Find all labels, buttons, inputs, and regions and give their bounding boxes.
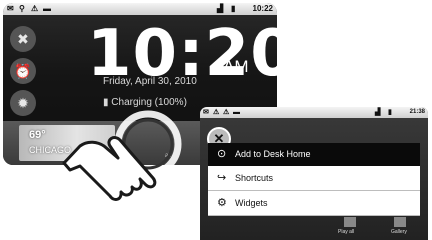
widget-icon: ⚙ <box>217 197 227 209</box>
date-text: Friday, April 30, 2010 <box>103 76 197 87</box>
weather-temp: 69° <box>29 129 46 141</box>
battery-icon: ▮ <box>388 109 392 116</box>
signal-icon: ▟ <box>217 4 224 13</box>
menu-item-shortcuts[interactable]: ↪ Shortcuts <box>208 166 420 191</box>
menu-title: Add to Desk Home <box>235 149 311 159</box>
charging-status: ▮ Charging (100%) <box>103 97 187 108</box>
menu-header: ⊙ Add to Desk Home <box>208 143 420 166</box>
brightness-button[interactable]: ✹ <box>10 90 36 116</box>
close-icon: ✖ <box>17 31 29 47</box>
gallery-icon[interactable] <box>394 217 406 227</box>
alarm-button[interactable]: ⏰ <box>10 58 36 84</box>
status-time: 21:38 <box>409 109 425 115</box>
status-bar: ✉ ⚠ ⚠ ▬ ▟ ▮ 21:38 <box>200 107 428 118</box>
tap-hand-icon <box>62 110 182 201</box>
mail-icon: ✉ <box>203 109 209 116</box>
warning-icon: ⚠ <box>223 109 230 116</box>
alert-icon: ⚠ <box>213 109 220 116</box>
warning-icon: ⚠ <box>31 4 39 13</box>
mail-icon: ✉ <box>7 4 14 13</box>
battery-icon: ▮ <box>103 97 109 108</box>
add-to-home-screen: ✉ ⚠ ⚠ ▬ ▟ ▮ 21:38 ✕ ⊙ Add to Desk Home ↪… <box>200 107 428 240</box>
play-all-label: Play all <box>338 229 355 235</box>
clock-ampm: AM <box>223 57 249 76</box>
status-time: 10:22 <box>252 4 273 13</box>
brightness-icon: ✹ <box>17 95 29 111</box>
shortcut-icon: ↪ <box>217 172 227 184</box>
close-button[interactable]: ✖ <box>10 26 36 52</box>
keyboard-icon: ▬ <box>233 109 240 116</box>
alarm-icon: ⏰ <box>14 63 32 79</box>
signal-icon: ▟ <box>375 109 381 116</box>
add-icon: ⊙ <box>217 148 227 160</box>
add-to-home-menu: ⊙ Add to Desk Home ↪ Shortcuts ⚙ Widgets <box>208 143 420 219</box>
battery-icon: ▮ <box>231 4 236 13</box>
status-bar: ✉ ⚲ ⚠ ▬ ▟ ▮ 10:22 <box>3 3 277 15</box>
gallery-label: Gallery <box>391 229 407 235</box>
play-all-icon[interactable] <box>344 217 356 227</box>
keyboard-icon: ▬ <box>43 4 51 13</box>
usb-icon: ⚲ <box>19 4 25 13</box>
menu-item-widgets[interactable]: ⚙ Widgets <box>208 191 420 216</box>
